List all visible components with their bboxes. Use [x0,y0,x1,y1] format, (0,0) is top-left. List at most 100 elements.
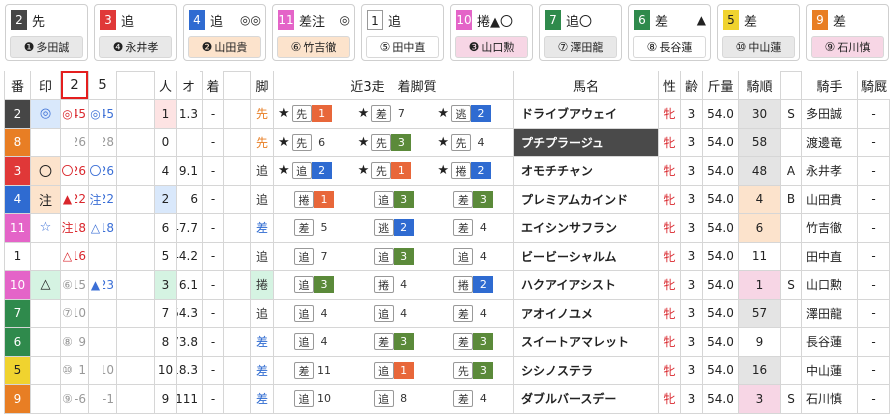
running-style: 捲 [251,271,273,299]
finish-position: 3 [473,333,494,351]
header-c5[interactable]: 5 [89,71,116,99]
odds: 6 [190,192,198,207]
prediction-card[interactable]: 5 差 ⑩ 中山蓮 [717,4,800,61]
header-ninki[interactable]: 人 [155,71,176,99]
horse-name-link[interactable]: ハクアイアシスト [514,271,658,299]
header-c2[interactable]: 2 [61,71,88,99]
prediction-mark-select[interactable] [31,356,60,384]
header-name[interactable]: 馬名 [514,71,658,99]
recent-race: ★ 先 1 [274,105,354,123]
prediction-mark-select[interactable]: 〇 [31,157,60,185]
header-age[interactable]: 齢 [681,71,702,99]
age: 3 [687,249,696,264]
prediction-mark-select[interactable] [31,385,60,413]
style-badge: 捲 [453,276,474,294]
recent-races: 差 11 追 1 先 3 [274,357,513,385]
recent-race: ★ 先 4 [433,133,513,151]
running-style-label: 追〇 [566,14,593,30]
prediction-mark-select[interactable]: ☆ [31,214,60,242]
odds: 44.2 [177,249,198,264]
horse-name-link[interactable]: シシノステラ [514,356,658,384]
recent-race: 追3 [354,247,434,265]
prediction-card-top: 3追 [100,9,172,31]
prediction-card[interactable]: 4 追 ◎◎ ❷ 山田貴 [183,4,266,61]
jockey-stable: - [871,192,876,207]
prediction-mark-select[interactable] [31,299,60,327]
prediction-card[interactable]: 1 追 ⑤ 田中直 [361,4,444,61]
header-kiu[interactable]: 騎厩 [858,71,890,99]
finish: - [210,220,216,235]
jockey-grade: A [786,163,796,178]
sex: 牝 [663,335,676,350]
prediction-card[interactable]: 3 追 ❹ 永井孝 [94,4,177,61]
age: 3 [687,306,696,321]
jockey-rank: 6 [739,214,780,242]
gate-number: 4 [5,185,30,213]
jockey-stable: - [871,163,876,178]
prediction-card[interactable]: 6 差 ▲ ⑧ 長谷蓮 [628,4,711,61]
style-badge: 先 [291,105,312,123]
header-recent[interactable]: 近3走 着脚質 [274,71,513,99]
prediction-mark-select[interactable] [31,242,60,270]
prediction-card[interactable]: 9 差 ⑨ 石川慎 [806,4,889,61]
gate-number-badge: 4 [189,10,205,30]
horse-name-link[interactable]: エイシンサフラン [514,214,658,242]
style-badge: 差 [453,190,474,208]
index2-mark: ⑩ [62,363,73,378]
prediction-card-top: 9差 [812,9,884,31]
prediction-mark-select[interactable] [31,128,60,156]
index2-value: -6 [75,391,86,406]
prediction-mark-select[interactable]: 注 [31,185,60,213]
prediction-mark-select[interactable] [31,328,60,356]
style-badge: 追 [373,190,394,208]
recent-race: 追4 [274,333,354,351]
horse-name-link[interactable]: ビービーシャルム [514,242,658,270]
prediction-card[interactable]: 7 追〇 ⑦ 澤田龍 [539,4,622,61]
index2-value: 15 [75,277,86,292]
horse-name-link[interactable]: ダブルバースデー [514,385,658,413]
jockey-box: ⑩ 中山蓮 [722,36,795,58]
style-badge: 追 [373,361,394,379]
index2-mark: ▲ [62,192,73,207]
horse-name-link[interactable]: ドライブアウェイ [514,100,658,128]
jockey-name: 山田貴 [806,192,843,207]
header-ban[interactable]: 番 [5,71,30,99]
jockey-rank-mark: ❹ [112,40,124,54]
recent-race: ★ 先 1 [354,162,434,180]
gate-number: 8 [5,128,30,156]
index2-value: 16 [75,249,86,264]
jockey-rank-mark: ⑨ [824,40,836,54]
horse-name-link[interactable]: プレミアムカインド [514,185,658,213]
prediction-card[interactable]: 10 捲▲〇 ❸ 山口勲 [450,4,533,61]
horse-name-link[interactable]: オモチチャン [514,157,658,185]
finish-position: 3 [473,361,494,379]
prediction-mark-select[interactable]: △ [31,271,60,299]
jockey-name: 澤田龍 [806,306,843,321]
header-shirushi[interactable]: 印 [31,71,60,99]
header-kishu[interactable]: 騎手 [802,71,857,99]
header-sex[interactable]: 性 [659,71,680,99]
recent-race: 追3 [354,190,434,208]
horse-name-link[interactable]: アオイノユメ [514,299,658,327]
header-kyaku[interactable]: 脚 [251,71,273,99]
header-chaku[interactable]: 着 [203,71,223,99]
header-kinryo[interactable]: 斤量 [703,71,738,99]
jockey-name: 永井孝 [125,41,159,54]
running-style-label: 捲▲〇 [477,14,513,30]
index5-mark: ▲ [90,277,101,292]
jockey-rank-mark: ⑤ [379,40,391,54]
header-odds[interactable]: オ [177,71,200,99]
horse-name-link[interactable]: プチプラージュ [514,128,658,156]
prediction-mark-select[interactable]: ◎ [31,100,60,128]
jockey-rank: 4 [739,185,780,213]
header-kijun[interactable]: 騎順 [739,71,780,99]
finish-position: 1 [391,162,412,180]
prediction-card[interactable]: 11 差注 ◎ ⑥ 竹吉徹 [272,4,355,61]
jockey-box: ❹ 永井孝 [99,36,172,58]
horse-name-link[interactable]: スイートアマレット [514,328,658,356]
style-badge: 追 [294,276,314,294]
weight: 54.0 [707,135,734,150]
recent-race: 追4 [274,304,354,322]
prediction-card[interactable]: 2 先 ❶ 多田誠 [5,4,88,61]
recent-races: ★ 追 2 ★ 先 1 ★ 捲 2 [274,157,513,185]
